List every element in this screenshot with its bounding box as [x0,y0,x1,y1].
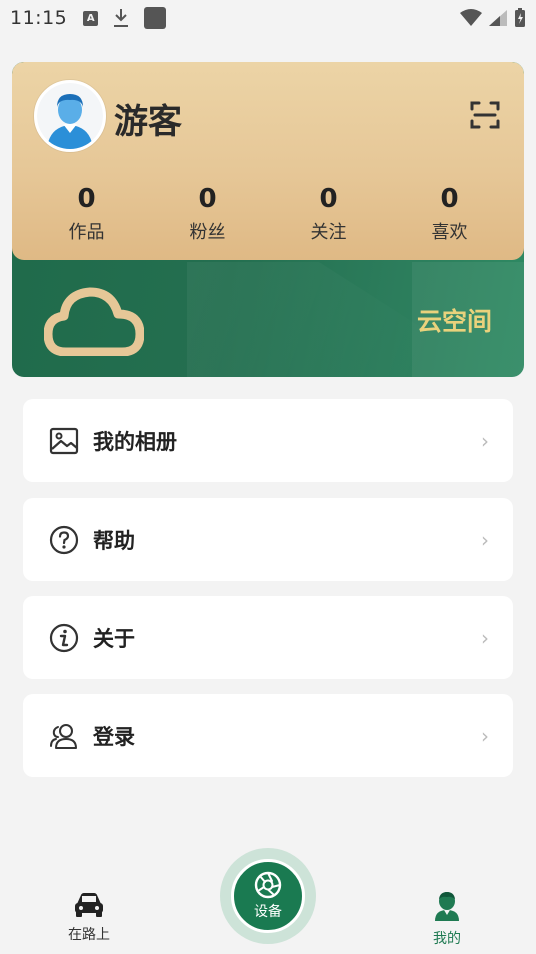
cloud-space-label[interactable]: 云空间 [417,302,492,338]
info-icon [49,623,79,652]
nav-label: 我的 [433,931,461,947]
menu-label: 帮助 [93,528,135,553]
stat-fans[interactable]: 0 粉丝 [147,184,268,244]
stat-likes[interactable]: 0 喜欢 [389,184,510,244]
chevron-right-icon: › [481,428,489,453]
stat-following[interactable]: 0 关注 [268,184,389,244]
menu-label: 登录 [93,724,135,749]
help-icon [49,525,79,554]
stat-label: 粉丝 [189,222,226,243]
user-avatar-icon[interactable] [34,80,106,152]
menu-item-album[interactable]: 我的相册 › [23,399,513,482]
photo-album-icon [49,427,79,454]
signal-icon [489,10,507,26]
stat-value: 0 [198,184,217,214]
menu-item-login[interactable]: 登录 › [23,694,513,777]
download-icon [114,9,129,27]
menu-item-about[interactable]: 关于 › [23,596,513,679]
nav-label: 在路上 [68,927,110,943]
login-users-icon [50,723,77,749]
menu-label: 关于 [93,626,135,651]
battery-charging-icon [515,8,525,27]
stat-value: 0 [440,184,459,214]
stat-label: 喜欢 [431,222,468,243]
cloud-icon[interactable] [44,284,144,356]
stat-value: 0 [77,184,96,214]
username: 游客 [114,102,182,142]
profile-card: 游客 0 作品 0 粉丝 0 关注 0 喜欢 云空间 [12,62,524,377]
profile-icon [435,892,459,921]
menu-item-help[interactable]: 帮助 › [23,498,513,581]
stat-label: 作品 [68,222,105,243]
status-bar: 11:15 A [0,0,536,36]
chevron-right-icon: › [481,723,489,748]
stat-works[interactable]: 0 作品 [26,184,147,244]
stop-icon [144,7,167,29]
device-label: 设备 [254,904,282,920]
card-decor [187,262,427,377]
device-button[interactable]: 设备 [231,859,305,933]
car-icon [75,893,103,917]
chevron-right-icon: › [481,527,489,552]
stats-row: 0 作品 0 粉丝 0 关注 0 喜欢 [26,184,510,244]
status-time: 11:15 [10,7,68,29]
device-button-halo: 设备 [220,848,316,944]
chevron-right-icon: › [481,625,489,650]
wifi-icon [460,9,482,26]
profile-header: 游客 0 作品 0 粉丝 0 关注 0 喜欢 [12,62,524,260]
stat-value: 0 [319,184,338,214]
scan-icon[interactable] [470,100,500,130]
stat-label: 关注 [310,222,347,243]
nav-on-the-road[interactable]: 在路上 [29,890,149,944]
a-notification-icon: A [83,10,99,26]
nav-mine[interactable]: 我的 [387,890,507,948]
menu-label: 我的相册 [93,429,177,454]
aperture-icon [254,871,282,899]
